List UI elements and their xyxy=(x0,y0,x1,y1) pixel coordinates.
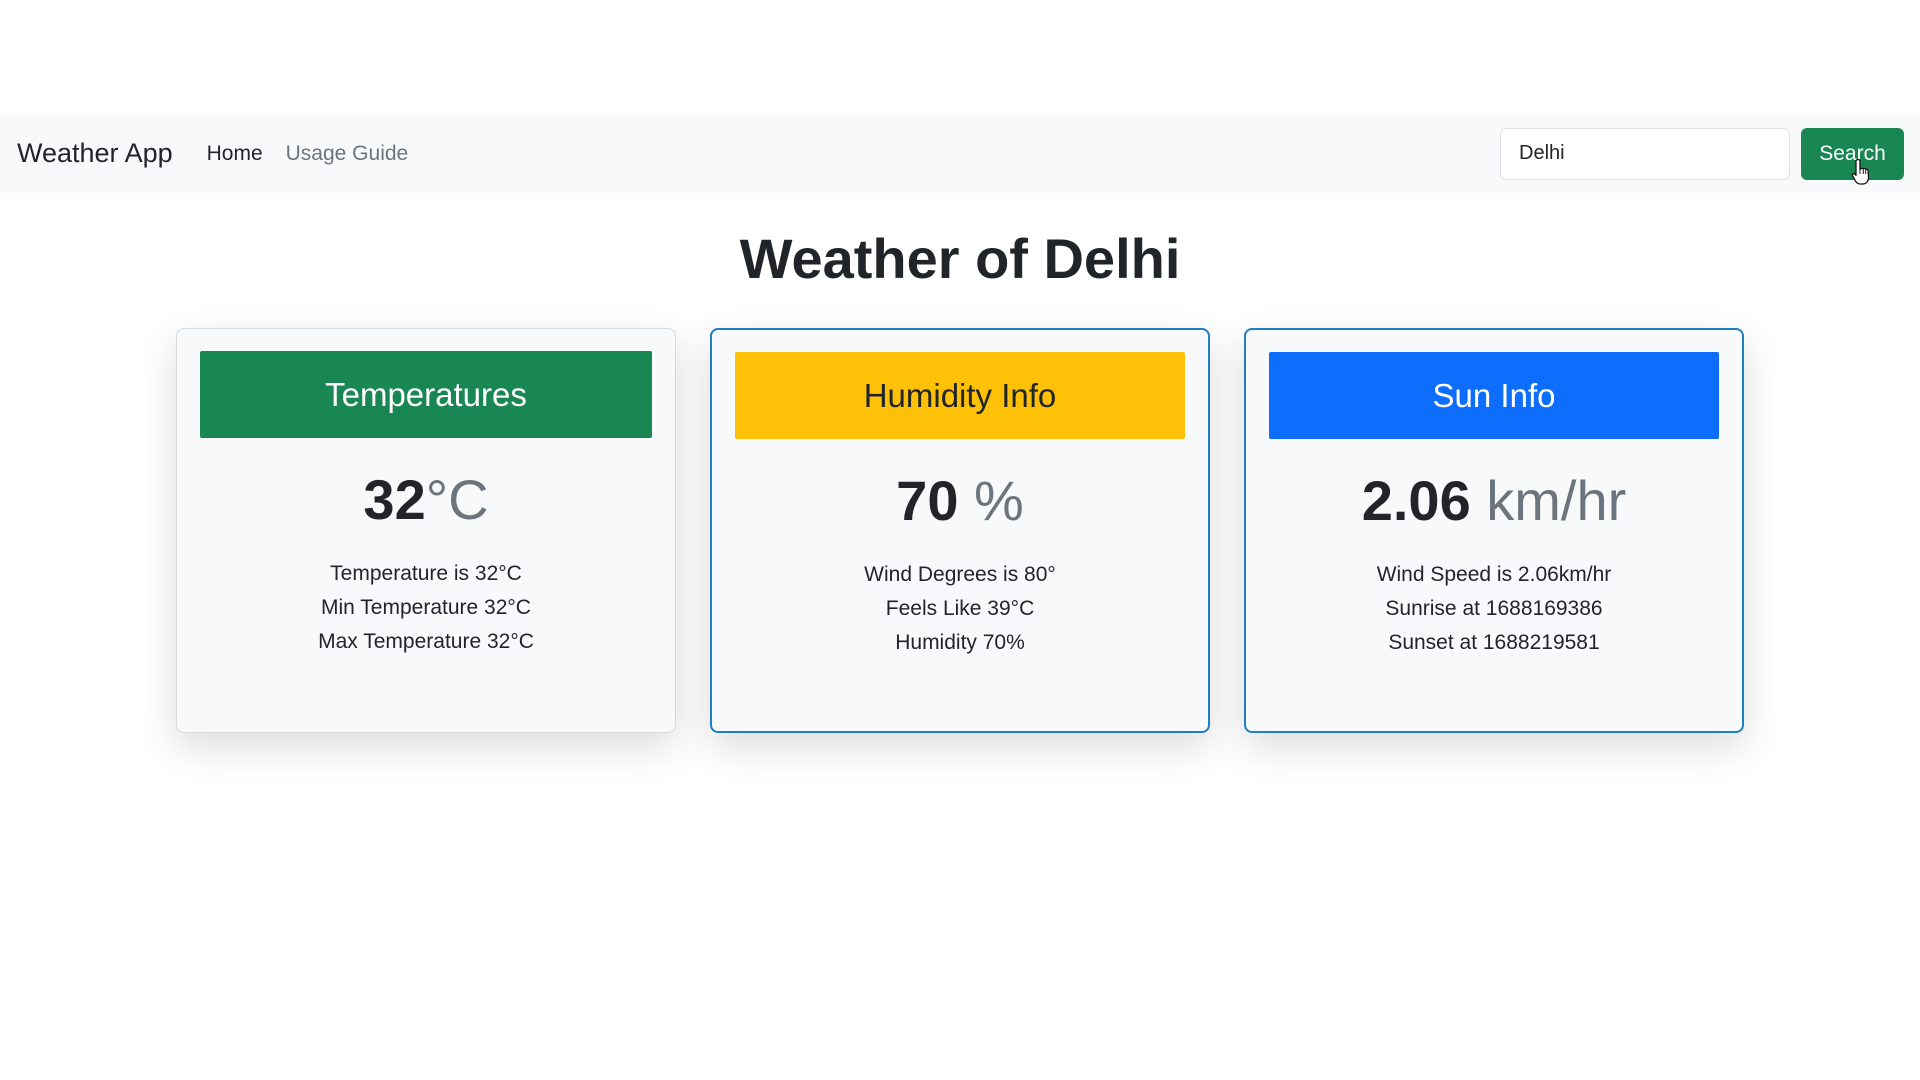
search-form: Search xyxy=(1500,127,1904,185)
nav-usage-guide-link[interactable]: Usage Guide xyxy=(286,142,409,166)
hand-pointer-icon xyxy=(1851,158,1870,185)
nav-links: Home Usage Guide xyxy=(207,142,409,166)
brand-link[interactable]: Weather App xyxy=(17,138,173,169)
humidity-card: Humidity Info 70 % Wind Degrees is 80° F… xyxy=(710,328,1210,733)
humidity-line: Humidity 70% xyxy=(895,631,1025,654)
wind-speed-main-value: 2.06 km/hr xyxy=(1269,468,1719,534)
temperature-value: 32 xyxy=(363,468,426,531)
temperature-unit: °C xyxy=(425,468,489,531)
humidity-details: Wind Degrees is 80° Feels Like 39°C Humi… xyxy=(735,558,1185,660)
page-title: Weather of Delhi xyxy=(739,227,1181,290)
nav-home-link[interactable]: Home xyxy=(207,142,263,166)
wind-speed-line: Wind Speed is 2.06km/hr xyxy=(1376,563,1612,586)
sunset-line: Sunset at 1688219581 xyxy=(1388,631,1600,654)
temperature-details: Temperature is 32°C Min Temperature 32°C… xyxy=(200,557,652,659)
humidity-main-value: 70 % xyxy=(735,468,1185,534)
humidity-unit: % xyxy=(958,469,1024,532)
sunrise-line: Sunrise at 1688169386 xyxy=(1385,597,1603,620)
temperature-line: Temperature is 32°C xyxy=(330,562,522,585)
max-temperature-line: Max Temperature 32°C xyxy=(318,630,534,653)
search-input[interactable] xyxy=(1500,127,1790,180)
weather-cards: Temperatures 32°C Temperature is 32°C Mi… xyxy=(176,328,1744,733)
wind-speed-value: 2.06 xyxy=(1361,469,1471,532)
search-button[interactable]: Search xyxy=(1801,127,1904,185)
temperature-main-value: 32°C xyxy=(200,467,652,533)
sun-info-card-header: Sun Info xyxy=(1269,352,1719,439)
wind-degrees-line: Wind Degrees is 80° xyxy=(864,563,1056,586)
humidity-card-header: Humidity Info xyxy=(735,352,1185,439)
sun-info-card: Sun Info 2.06 km/hr Wind Speed is 2.06km… xyxy=(1244,328,1744,733)
min-temperature-line: Min Temperature 32°C xyxy=(321,596,531,619)
feels-like-line: Feels Like 39°C xyxy=(885,597,1035,620)
wind-speed-unit: km/hr xyxy=(1470,469,1627,532)
navbar: Weather App Home Usage Guide Search xyxy=(0,114,1920,193)
humidity-value: 70 xyxy=(896,469,959,532)
temperature-card-header: Temperatures xyxy=(200,351,652,438)
sun-info-details: Wind Speed is 2.06km/hr Sunrise at 16881… xyxy=(1269,558,1719,660)
temperature-card: Temperatures 32°C Temperature is 32°C Mi… xyxy=(176,328,676,733)
